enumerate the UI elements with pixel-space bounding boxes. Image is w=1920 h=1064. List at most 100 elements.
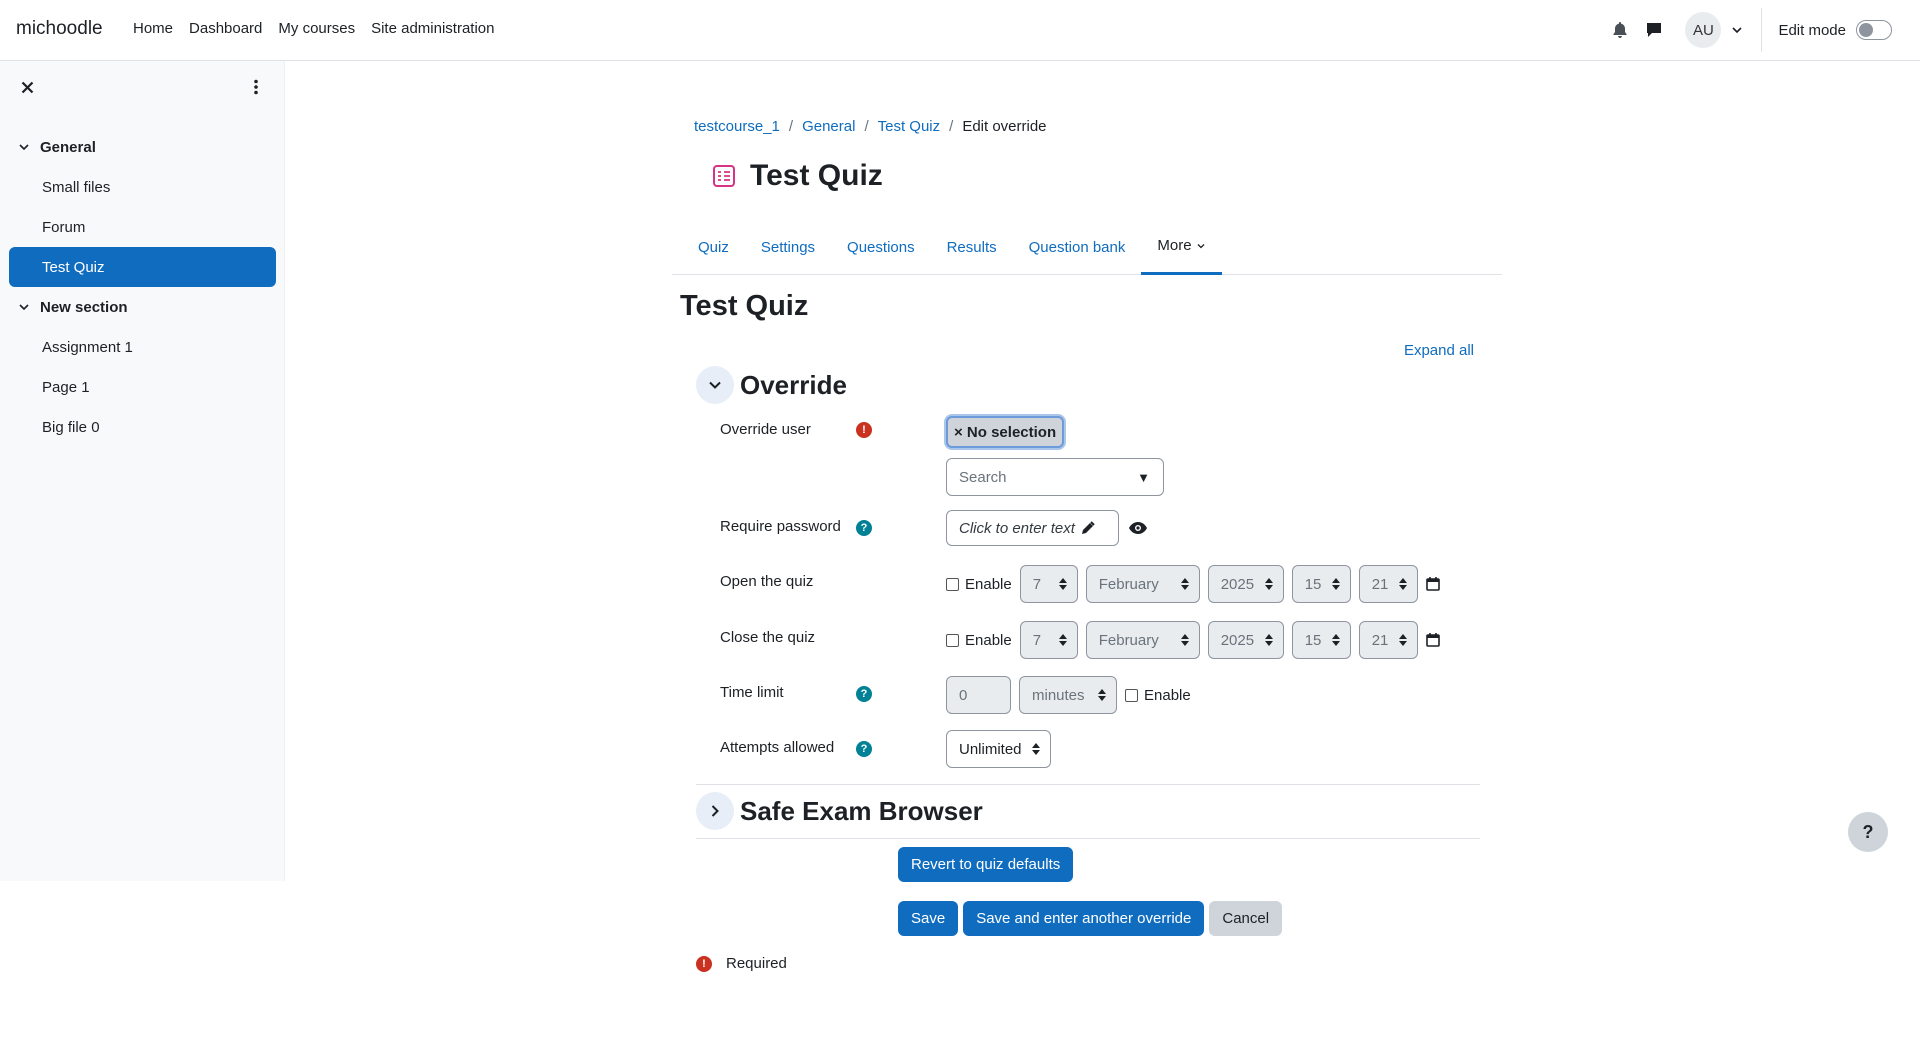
field-label: Open the quiz	[720, 573, 814, 590]
pencil-icon	[1081, 521, 1095, 535]
help-floating-button[interactable]: ?	[1848, 812, 1888, 852]
expand-all-link[interactable]: Expand all	[1404, 342, 1474, 359]
tab-quiz[interactable]: Quiz	[682, 219, 745, 275]
time-limit-unit-select[interactable]: minutes	[1019, 676, 1117, 714]
chevron-down-icon[interactable]	[18, 140, 32, 154]
tab-question-bank[interactable]: Question bank	[1013, 219, 1142, 275]
course-index-item-page-1[interactable]: Page 1	[9, 367, 276, 407]
navbar-user-area: AU Edit mode	[1603, 0, 1920, 60]
close-enable-checkbox[interactable]	[946, 633, 959, 647]
drawer-options-kebab-icon[interactable]	[246, 77, 266, 97]
chevron-down-icon[interactable]	[696, 366, 734, 404]
required-exclamation-icon: !	[696, 955, 712, 972]
open-enable-checkbox[interactable]	[946, 577, 959, 591]
close-year-select[interactable]: 2025	[1207, 621, 1284, 659]
close-month-select[interactable]: February	[1085, 621, 1200, 659]
chevron-down-icon	[1196, 241, 1206, 251]
show-password-eye-icon[interactable]	[1129, 522, 1147, 534]
open-year-select[interactable]: 2025	[1207, 565, 1284, 603]
select-value: 21	[1371, 631, 1389, 649]
save-button[interactable]: Save	[898, 901, 959, 936]
chevron-right-icon[interactable]	[696, 792, 734, 830]
edit-mode-toggle[interactable]	[1856, 20, 1892, 40]
close-minute-select[interactable]: 21	[1358, 621, 1418, 659]
course-index-item-forum[interactable]: Forum	[9, 207, 276, 247]
primary-navigation: Home Dashboard My courses Site administr…	[125, 20, 503, 37]
password-placeholder: Click to enter text	[959, 519, 1075, 537]
help-question-icon[interactable]: ?	[856, 686, 872, 702]
nav-site-administration[interactable]: Site administration	[363, 20, 502, 37]
user-search-input[interactable]: Search ▼	[946, 458, 1164, 496]
tab-more[interactable]: More	[1141, 219, 1222, 275]
course-index-item-assignment-1[interactable]: Assignment 1	[9, 327, 276, 367]
search-placeholder: Search	[959, 468, 1007, 486]
field-label: Time limit	[720, 684, 784, 701]
select-value: 21	[1371, 575, 1389, 593]
section-title: New section	[40, 298, 128, 316]
nav-my-courses[interactable]: My courses	[270, 20, 363, 37]
revert-to-quiz-defaults-button[interactable]: Revert to quiz defaults	[898, 847, 1074, 882]
breadcrumb-activity[interactable]: Test Quiz	[878, 118, 941, 135]
navbar-divider	[1761, 8, 1763, 52]
required-exclamation-icon: !	[856, 422, 872, 438]
nav-home[interactable]: Home	[125, 20, 181, 37]
close-day-select[interactable]: 7	[1019, 621, 1078, 659]
calendar-icon[interactable]	[1425, 577, 1440, 591]
select-value: 2025	[1220, 631, 1255, 649]
attempts-allowed-select[interactable]: Unlimited	[946, 730, 1051, 768]
user-menu-chevron-down-icon[interactable]	[1731, 23, 1745, 37]
breadcrumb: testcourse_1 / General / Test Quiz / Edi…	[694, 118, 1047, 135]
course-index-item-small-files[interactable]: Small files	[9, 167, 276, 207]
open-minute-select[interactable]: 21	[1358, 565, 1418, 603]
site-brand[interactable]: michoodle	[16, 18, 103, 40]
open-day-select[interactable]: 7	[1019, 565, 1078, 603]
override-user-search: Search ▼	[946, 458, 1164, 496]
tab-settings[interactable]: Settings	[745, 219, 831, 275]
course-section-general[interactable]: General	[0, 127, 285, 167]
tab-questions[interactable]: Questions	[831, 219, 931, 275]
section-divider	[696, 784, 1480, 785]
open-month-select[interactable]: February	[1085, 565, 1200, 603]
course-section-new-section[interactable]: New section	[0, 287, 285, 327]
cancel-button[interactable]: Cancel	[1209, 901, 1283, 936]
time-limit-number-input[interactable]: 0	[946, 676, 1011, 714]
close-hour-select[interactable]: 15	[1291, 621, 1351, 659]
user-avatar[interactable]: AU	[1685, 12, 1722, 48]
breadcrumb-section[interactable]: General	[802, 118, 855, 135]
password-inplace-editable[interactable]: Click to enter text	[946, 510, 1119, 546]
save-and-enter-another-override-button[interactable]: Save and enter another override	[963, 901, 1205, 936]
required-note-text: Required	[726, 955, 787, 972]
nav-dashboard[interactable]: Dashboard	[181, 20, 270, 37]
time-limit-enable-checkbox[interactable]	[1125, 688, 1138, 702]
close-quiz-date-selector: Enable 7 February 2025 15 21	[946, 621, 1440, 659]
quiz-activity-icon	[708, 160, 740, 192]
override-user-control: × No selection	[946, 416, 1065, 448]
section-title: Safe Exam Browser	[740, 795, 983, 826]
password-control: Click to enter text	[946, 510, 1147, 546]
breadcrumb-current: Edit override	[962, 118, 1047, 135]
close-drawer-icon[interactable]	[17, 77, 37, 97]
select-value: 15	[1304, 575, 1322, 593]
field-label: Require password	[720, 518, 841, 535]
course-index-item-big-file-0[interactable]: Big file 0	[9, 407, 276, 447]
section-divider	[696, 838, 1480, 839]
calendar-icon[interactable]	[1425, 633, 1440, 647]
messages-chat-icon[interactable]	[1637, 13, 1671, 47]
no-selection-chip[interactable]: × No selection	[946, 416, 1065, 448]
course-index-item-test-quiz[interactable]: Test Quiz	[9, 247, 276, 287]
safe-exam-browser-section-header[interactable]: Safe Exam Browser	[696, 792, 983, 830]
open-hour-select[interactable]: 15	[1291, 565, 1351, 603]
select-value: 7	[1032, 631, 1042, 649]
edit-mode-switch[interactable]: Edit mode	[1778, 20, 1892, 40]
override-section-header[interactable]: Override	[696, 366, 847, 404]
section-title: General	[40, 138, 96, 156]
chevron-down-icon[interactable]	[18, 300, 32, 314]
help-question-icon[interactable]: ?	[856, 741, 872, 757]
notifications-bell-icon[interactable]	[1603, 13, 1637, 47]
enable-label: Enable	[965, 575, 1012, 593]
dropdown-triangle-icon[interactable]: ▼	[1137, 470, 1150, 485]
help-question-icon[interactable]: ?	[856, 520, 872, 536]
tab-results[interactable]: Results	[931, 219, 1013, 275]
breadcrumb-course[interactable]: testcourse_1	[694, 118, 780, 135]
course-index: General Small files Forum Test Quiz New …	[0, 127, 285, 447]
